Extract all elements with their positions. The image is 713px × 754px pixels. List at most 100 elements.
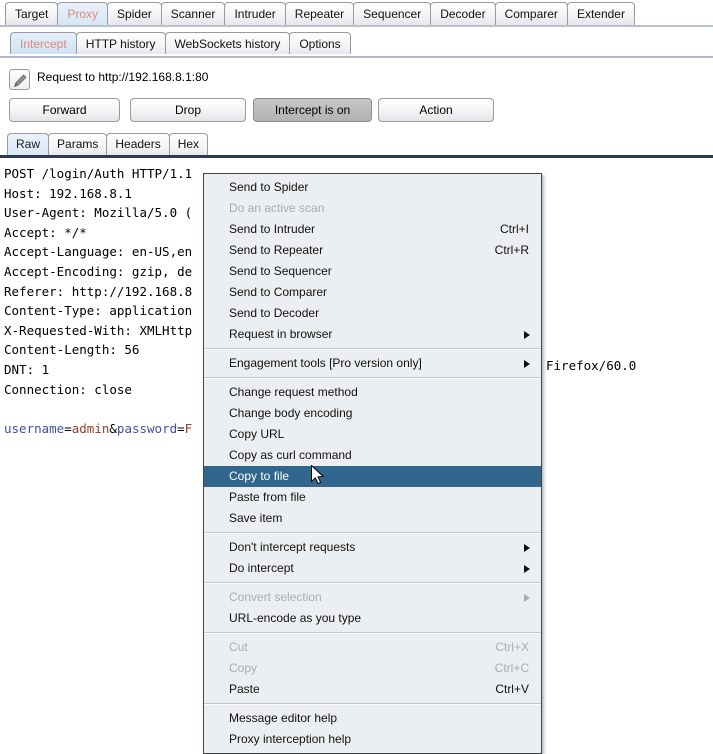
menu-item-convert-selection: Convert selection [204, 587, 541, 608]
editor-tab-bar: Raw Params Headers Hex [0, 133, 713, 160]
menu-item-request-in-browser[interactable]: Request in browser [204, 324, 541, 345]
editor-tab-underline [0, 155, 713, 158]
menu-item-label: Cut [229, 640, 248, 654]
editor-tab-params[interactable]: Params [48, 133, 108, 155]
proxy-sub-tab-intercept[interactable]: Intercept [10, 32, 77, 54]
request-title-row: Request to http://192.168.8.1:80 [0, 66, 713, 94]
menu-item-label: Send to Intruder [229, 222, 316, 236]
chevron-right-icon [524, 594, 530, 602]
pencil-icon-glyph [13, 74, 27, 88]
menu-item-label: Copy [229, 661, 258, 675]
proxy-sub-tab-http-history[interactable]: HTTP history [75, 32, 166, 54]
menu-item-proxy-interception-help[interactable]: Proxy interception help [204, 729, 541, 750]
menu-item-send-to-repeater[interactable]: Send to Repeater Ctrl+R [204, 240, 541, 261]
menu-item-shortcut: Ctrl+V [495, 682, 529, 696]
menu-item-label: Request in browser [229, 327, 333, 341]
body-eq-2: = [177, 420, 185, 436]
request-line-7: Referer: http://192.168.8 [4, 283, 193, 299]
menu-item-label: Convert selection [229, 590, 322, 604]
menu-separator [204, 348, 541, 350]
menu-item-url-encode-as-you-type[interactable]: URL-encode as you type [204, 608, 541, 629]
body-param-username-key: username [4, 420, 65, 436]
menu-item-message-editor-help[interactable]: Message editor help [204, 708, 541, 729]
menu-item-engagement-tools-pro-version-only[interactable]: Engagement tools [Pro version only] [204, 353, 541, 374]
request-line-11: DNT: 1 [4, 361, 50, 377]
intercept-toggle-button[interactable]: Intercept is on [253, 98, 372, 122]
request-line-4: Accept: */* [4, 224, 87, 240]
menu-item-send-to-spider[interactable]: Send to Spider [204, 177, 541, 198]
menu-item-copy: Copy Ctrl+C [204, 658, 541, 679]
menu-separator [204, 532, 541, 534]
editor-tab-strip: Raw Params Headers Hex [7, 133, 209, 155]
chevron-right-icon [524, 565, 530, 573]
main-tab-target[interactable]: Target [5, 2, 59, 25]
menu-item-change-body-encoding[interactable]: Change body encoding [204, 403, 541, 424]
menu-item-label: Change body encoding [229, 406, 353, 420]
menu-item-shortcut: Ctrl+X [495, 640, 529, 654]
editor-tab-headers[interactable]: Headers [106, 133, 170, 155]
menu-item-paste-from-file[interactable]: Paste from file [204, 487, 541, 508]
request-line-1: POST /login/Auth HTTP/1.1 [4, 166, 193, 181]
menu-item-label: Copy as curl command [229, 448, 352, 462]
main-tab-spider[interactable]: Spider [107, 2, 162, 25]
proxy-sub-tab-websockets-history[interactable]: WebSockets history [164, 32, 291, 54]
menu-item-paste[interactable]: Paste Ctrl+V [204, 679, 541, 700]
request-line-6: Accept-Encoding: gzip, de [4, 263, 193, 279]
main-tab-repeater[interactable]: Repeater [284, 2, 355, 25]
request-line-8: Content-Type: application [4, 303, 193, 319]
chevron-right-icon [524, 360, 530, 368]
menu-separator [204, 377, 541, 379]
editor-tab-hex[interactable]: Hex [168, 133, 209, 155]
drop-button[interactable]: Drop [130, 98, 246, 122]
menu-item-do-intercept[interactable]: Do intercept [204, 558, 541, 579]
body-param-username-value: admin [71, 420, 110, 436]
menu-item-copy-to-file[interactable]: Copy to file [204, 466, 541, 487]
menu-item-label: Don't intercept requests [229, 540, 356, 554]
main-tab-decoder[interactable]: Decoder [430, 2, 496, 25]
editor-tab-raw[interactable]: Raw [7, 133, 50, 155]
menu-item-label: Proxy interception help [229, 732, 352, 746]
menu-item-label: Paste from file [229, 490, 306, 504]
main-tab-proxy[interactable]: Proxy [57, 2, 109, 25]
menu-item-cut: Cut Ctrl+X [204, 637, 541, 658]
menu-item-send-to-sequencer[interactable]: Send to Sequencer [204, 261, 541, 282]
request-line-9: X-Requested-With: XMLHttp [4, 322, 193, 338]
menu-item-label: Change request method [229, 385, 358, 399]
context-menu[interactable]: Send to Spider Do an active scan Send to I… [203, 173, 542, 754]
menu-item-label: Do an active scan [229, 201, 325, 215]
menu-item-label: Message editor help [229, 711, 338, 725]
menu-item-label: Send to Sequencer [229, 264, 332, 278]
menu-item-don-t-intercept-requests[interactable]: Don't intercept requests [204, 537, 541, 558]
main-tab-sequencer[interactable]: Sequencer [353, 2, 432, 25]
menu-item-save-item[interactable]: Save item [204, 508, 541, 529]
menu-item-label: Engagement tools [Pro version only] [229, 356, 422, 370]
menu-separator [204, 582, 541, 584]
main-tab-intruder[interactable]: Intruder [224, 2, 286, 25]
main-tab-comparer[interactable]: Comparer [494, 2, 568, 25]
pencil-icon[interactable] [9, 69, 30, 90]
request-line-12: Connection: close [4, 381, 132, 397]
menu-item-send-to-comparer[interactable]: Send to Comparer [204, 282, 541, 303]
request-line-5: Accept-Language: en-US,en [4, 244, 193, 260]
proxy-sub-tab-options[interactable]: Options [289, 32, 351, 54]
main-tab-extender[interactable]: Extender [566, 2, 635, 25]
action-button[interactable]: Action [378, 98, 494, 122]
menu-item-copy-url[interactable]: Copy URL [204, 424, 541, 445]
main-tab-bar: Target Proxy Spider Scanner Intruder Repeater… [0, 0, 713, 27]
chevron-right-icon [524, 331, 530, 339]
menu-item-label: Do intercept [229, 561, 294, 575]
menu-item-change-request-method[interactable]: Change request method [204, 382, 541, 403]
request-line-3: User-Agent: Mozilla/5.0 ( [4, 205, 193, 221]
menu-item-send-to-decoder[interactable]: Send to Decoder [204, 303, 541, 324]
menu-item-send-to-intruder[interactable]: Send to Intruder Ctrl+I [204, 219, 541, 240]
menu-item-label: Copy URL [229, 427, 285, 441]
main-tab-scanner[interactable]: Scanner [160, 2, 226, 25]
menu-item-label: Paste [229, 682, 260, 696]
menu-item-label: Send to Comparer [229, 285, 328, 299]
menu-item-shortcut: Ctrl+R [494, 243, 529, 257]
menu-item-copy-as-curl-command[interactable]: Copy as curl command [204, 445, 541, 466]
intercept-action-bar: Forward Drop Intercept is on Action [0, 98, 713, 125]
forward-button[interactable]: Forward [9, 98, 120, 122]
raw-request-text[interactable]: POST /login/Auth HTTP/1.1 Host: 192.168.… [4, 164, 192, 438]
body-eq-1: = [64, 420, 72, 436]
